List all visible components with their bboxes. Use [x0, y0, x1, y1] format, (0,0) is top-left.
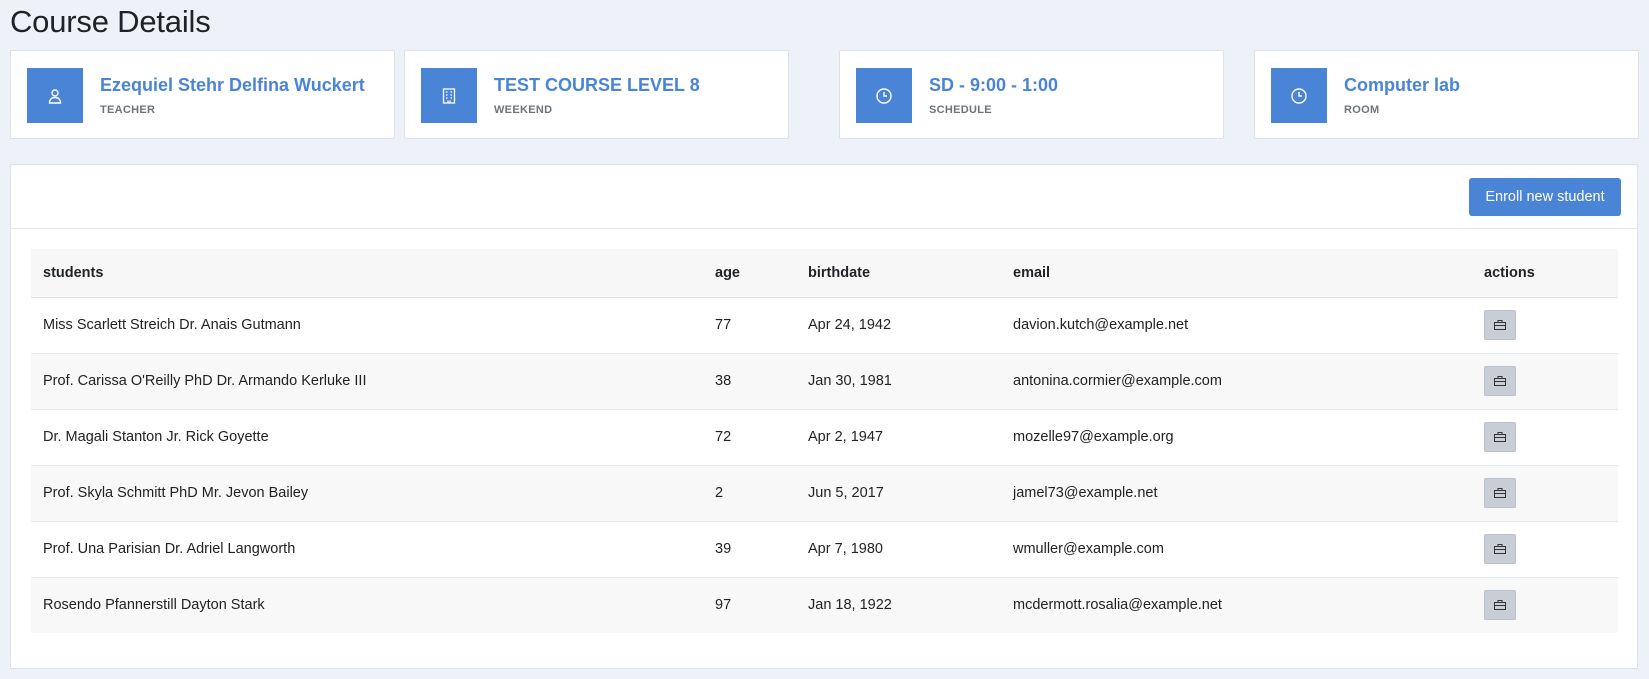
- student-name: Dr. Magali Stanton Jr. Rick Goyette: [31, 408, 703, 465]
- student-age: 77: [715, 317, 732, 333]
- user-icon: [27, 68, 83, 123]
- briefcase-icon[interactable]: [1484, 590, 1516, 621]
- student-name: Miss Scarlett Streich Dr. Anais Gutmann: [43, 317, 301, 333]
- student-age: 2: [703, 464, 796, 521]
- student-email: mcdermott.rosalia@example.net: [1001, 576, 1472, 633]
- student-name: Rosendo Pfannerstill Dayton Stark: [31, 576, 703, 633]
- schedule-label: SCHEDULE: [929, 104, 992, 116]
- header-email[interactable]: email: [1001, 249, 1472, 298]
- room-label: ROOM: [1344, 104, 1380, 116]
- student-email: davion.kutch@example.net: [1013, 317, 1189, 333]
- student-age: 39: [703, 520, 796, 577]
- course-name: TEST COURSE LEVEL 8: [494, 75, 700, 95]
- table-header-row: students age birthdate email actions: [31, 249, 1618, 298]
- student-age: 38: [703, 352, 796, 409]
- clock-icon: [1271, 68, 1327, 123]
- course-type-label: WEEKEND: [494, 104, 553, 116]
- briefcase-icon[interactable]: [1484, 478, 1516, 508]
- header-birthdate[interactable]: birthdate: [796, 249, 1001, 298]
- student-email: mozelle97@example.org: [1001, 408, 1472, 465]
- student-birthdate: Apr 7, 1980: [796, 520, 1001, 577]
- briefcase-icon[interactable]: [1484, 366, 1516, 396]
- header-students[interactable]: students: [31, 249, 703, 298]
- briefcase-icon[interactable]: [1484, 422, 1516, 452]
- students-table: students age birthdate email actions Mis…: [31, 249, 1618, 633]
- student-birthdate: Jun 5, 2017: [796, 464, 1001, 521]
- student-birthdate: Apr 24, 1942: [808, 317, 892, 333]
- header-actions: actions: [1472, 249, 1618, 298]
- student-birthdate: Apr 2, 1947: [796, 408, 1001, 465]
- building-icon: [421, 68, 477, 123]
- student-email: jamel73@example.net: [1001, 464, 1472, 521]
- student-age: 72: [703, 408, 796, 465]
- enroll-new-student-button[interactable]: Enroll new student: [1469, 178, 1621, 216]
- teacher-card: Ezequiel Stehr Delfina Wuckert TEACHER: [10, 50, 395, 139]
- student-age: 97: [703, 576, 796, 633]
- student-birthdate: Jan 18, 1922: [796, 576, 1001, 633]
- schedule-value: SD - 9:00 - 1:00: [929, 75, 1059, 95]
- header-age[interactable]: age: [703, 249, 796, 298]
- table-row: Prof. Carissa O'Reilly PhD Dr. Armando K…: [31, 352, 1618, 409]
- table-row: Miss Scarlett Streich Dr. Anais Gutmann …: [31, 297, 1618, 353]
- clock-icon: [856, 68, 912, 123]
- table-row: Prof. Skyla Schmitt PhD Mr. Jevon Bailey…: [31, 464, 1618, 521]
- teacher-label: TEACHER: [100, 104, 156, 116]
- room-card: Computer lab ROOM: [1254, 50, 1639, 139]
- room-value: Computer lab: [1344, 75, 1461, 95]
- table-row: Rosendo Pfannerstill Dayton Stark 97 Jan…: [31, 576, 1618, 633]
- course-card: TEST COURSE LEVEL 8 WEEKEND: [404, 50, 789, 139]
- student-name: Prof. Skyla Schmitt PhD Mr. Jevon Bailey: [31, 464, 703, 521]
- students-panel: Enroll new student students age birthdat…: [10, 164, 1638, 669]
- page-title: Course Details: [10, 4, 211, 39]
- student-name: Prof. Carissa O'Reilly PhD Dr. Armando K…: [31, 352, 703, 409]
- student-email: wmuller@example.com: [1001, 520, 1472, 577]
- panel-header: Enroll new student: [11, 165, 1637, 229]
- student-birthdate: Jan 30, 1981: [796, 352, 1001, 409]
- briefcase-icon[interactable]: [1484, 534, 1516, 564]
- student-name: Prof. Una Parisian Dr. Adriel Langworth: [31, 520, 703, 577]
- table-row: Prof. Una Parisian Dr. Adriel Langworth …: [31, 520, 1618, 577]
- table-row: Dr. Magali Stanton Jr. Rick Goyette 72 A…: [31, 408, 1618, 465]
- schedule-card: SD - 9:00 - 1:00 SCHEDULE: [839, 50, 1224, 139]
- student-email: antonina.cormier@example.com: [1001, 352, 1472, 409]
- course-info-cards: Ezequiel Stehr Delfina Wuckert TEACHER T…: [10, 50, 1639, 140]
- briefcase-icon[interactable]: [1484, 310, 1516, 340]
- teacher-name: Ezequiel Stehr Delfina Wuckert: [100, 75, 365, 95]
